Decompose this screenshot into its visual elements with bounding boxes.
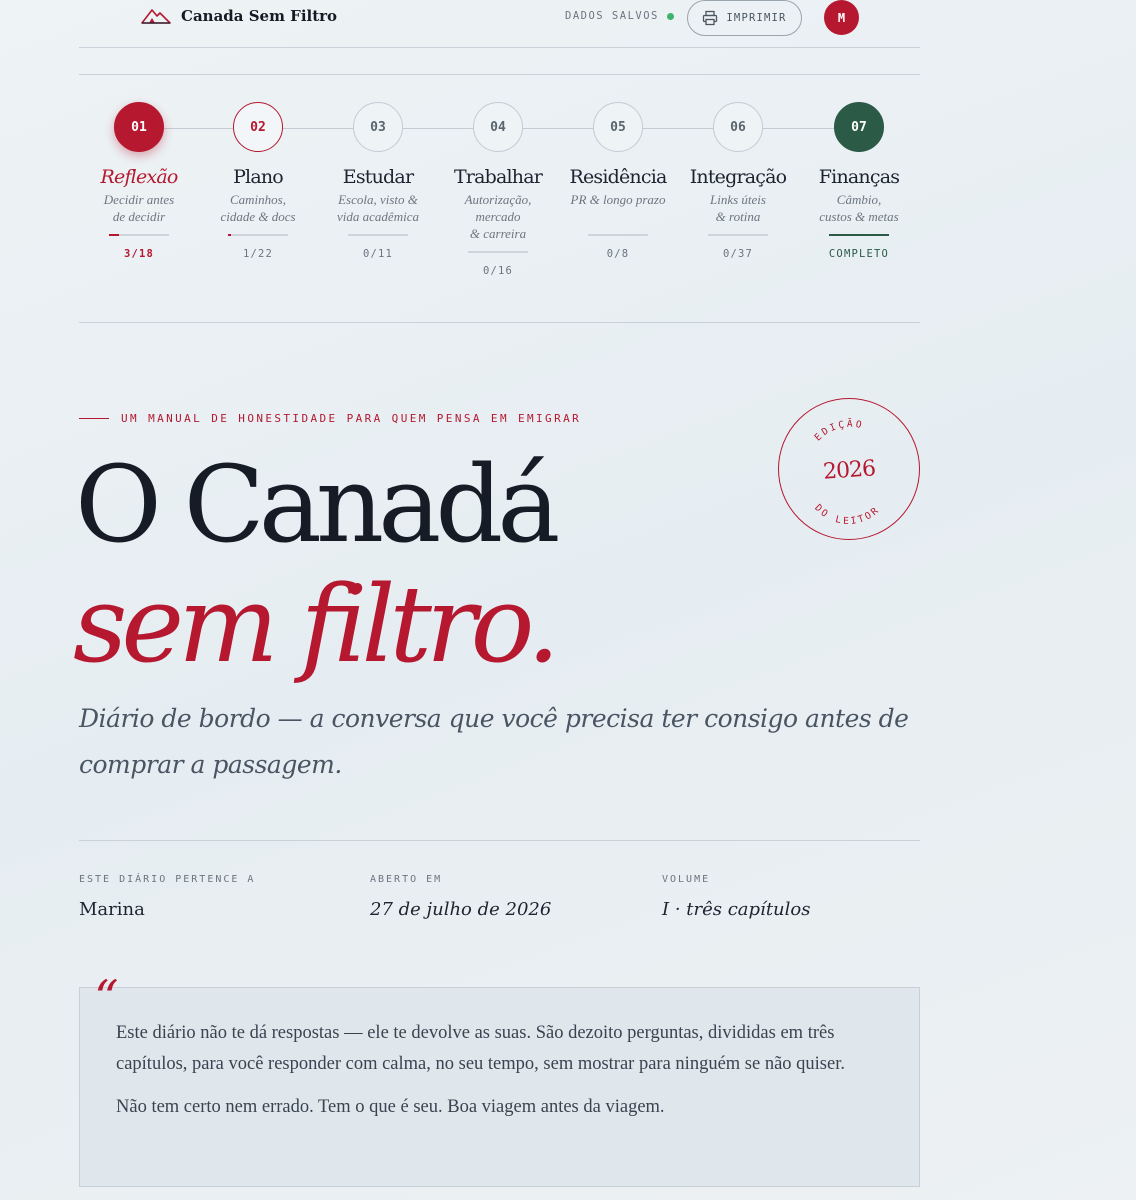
meta-opened-value: 27 de julho de 2026 (370, 899, 552, 920)
step-number: 03 (353, 102, 403, 152)
brand-name: Canada Sem Filtro (181, 7, 338, 25)
printer-icon (703, 10, 718, 26)
step-progress-bar (708, 234, 768, 236)
brand[interactable]: Canada Sem Filtro (141, 6, 337, 26)
step-description: PR & longo prazo (570, 192, 666, 207)
top-bar: Canada Sem Filtro DADOS SALVOS IMPRIMIR … (79, 0, 920, 48)
step-count: 0/8 (606, 248, 630, 260)
step-number: 07 (834, 102, 884, 152)
stamp-bottom-text: DO LEITOR (812, 502, 880, 527)
quote-paragraph-2: Não tem certo nem errado. Tem o que é se… (116, 1097, 665, 1117)
step-number: 02 (233, 102, 283, 152)
meta-volume-value: I · três capítulos (662, 899, 811, 920)
step-reflexao[interactable]: 01 Reflexão Decidir antes de decidir 3/18 (79, 102, 199, 260)
step-description: Escola, visto & vida acadêmica (337, 192, 419, 224)
step-description: Câmbio, custos & metas (819, 192, 899, 224)
step-title: Finanças (818, 166, 900, 188)
step-description: Decidir antes de decidir (103, 192, 175, 224)
intro-quote: “ Este diário não te dá respostas — ele … (79, 974, 920, 1187)
step-integracao[interactable]: 06 Integração Links úteis & rotina 0/37 (678, 102, 798, 260)
step-progress-bar (228, 234, 288, 236)
stamp-year: 2026 (822, 456, 876, 485)
step-count: COMPLETO (828, 248, 890, 260)
step-progress-bar (468, 251, 528, 253)
step-estudar[interactable]: 03 Estudar Escola, visto & vida acadêmica… (318, 102, 438, 260)
step-count: 0/16 (482, 265, 514, 277)
svg-text:DO LEITOR: DO LEITOR (812, 502, 882, 527)
step-description: Links úteis & rotina (710, 192, 766, 224)
step-title: Reflexão (100, 166, 179, 188)
step-title: Estudar (342, 166, 414, 188)
step-number: 05 (593, 102, 643, 152)
meta-volume: VOLUME I · três capítulos (662, 874, 810, 920)
step-progress-bar (109, 234, 169, 236)
step-plano[interactable]: 02 Plano Caminhos, cidade & docs 1/22 (198, 102, 318, 260)
page: Canada Sem Filtro DADOS SALVOS IMPRIMIR … (73, 0, 920, 1187)
hero-title-line2: sem filtro. (73, 563, 560, 686)
step-progress-fill (109, 234, 120, 236)
save-status-label: DADOS SALVOS (565, 10, 659, 22)
step-number: 01 (114, 102, 164, 152)
step-progress-fill (228, 234, 231, 236)
step-residencia[interactable]: 05 Residência PR & longo prazo 0/8 (558, 102, 678, 260)
saved-dot-icon (666, 12, 674, 20)
hero-eyebrow: UM MANUAL DE HONESTIDADE PARA QUEM PENSA… (79, 412, 581, 425)
stamp-top-text: EDIÇÃO (813, 419, 863, 444)
meta-opened: ABERTO EM 27 de julho de 2026 (370, 874, 551, 920)
hero-title-line1: O Canadá (75, 443, 560, 566)
step-count: 1/22 (242, 248, 274, 260)
print-button[interactable]: IMPRIMIR (687, 0, 802, 36)
edition-stamp: EDIÇÃO 2026 DO LEITOR (778, 398, 920, 540)
eyebrow-rule (79, 418, 109, 419)
step-number: 06 (713, 102, 763, 152)
meta-volume-label: VOLUME (662, 874, 711, 885)
meta-opened-label: ABERTO EM (370, 874, 443, 885)
diary-meta: ESTE DIÁRIO PERTENCE A Marina ABERTO EM … (79, 840, 920, 940)
step-description: Autorização, mercado & carreira (464, 192, 532, 241)
step-financas[interactable]: 07 Finanças Câmbio, custos & metas COMPLE… (799, 102, 919, 260)
step-number: 04 (473, 102, 523, 152)
eyebrow-text: UM MANUAL DE HONESTIDADE PARA QUEM PENSA… (121, 412, 582, 425)
meta-owner-label: ESTE DIÁRIO PERTENCE A (79, 874, 256, 885)
hero-subtitle: Diário de bordo — a conversa que você pr… (79, 704, 909, 779)
step-progress-bar (588, 234, 648, 236)
print-button-label: IMPRIMIR (726, 12, 787, 24)
quote-paragraph-1: Este diário não te dá respostas — ele te… (116, 1023, 845, 1074)
step-count: 3/18 (123, 248, 155, 260)
step-count: 0/37 (722, 248, 754, 260)
edition-stamp-graphic: EDIÇÃO 2026 DO LEITOR (812, 419, 882, 527)
quote-mark-icon: “ (94, 970, 119, 1026)
meta-owner: ESTE DIÁRIO PERTENCE A Marina (79, 874, 255, 920)
step-count: 0/11 (362, 248, 394, 260)
meta-owner-value: Marina (79, 899, 145, 920)
step-trabalhar[interactable]: 04 Trabalhar Autorização, mercado & carrei… (438, 102, 558, 277)
chapter-stepper: 01 Reflexão Decidir antes de decidir 3/18… (79, 74, 920, 323)
step-title: Plano (233, 166, 284, 188)
step-progress-fill (829, 234, 889, 236)
step-progress-bar (829, 234, 889, 236)
mountain-logo-icon (141, 9, 171, 24)
step-title: Residência (569, 166, 667, 188)
step-description: Caminhos, cidade & docs (220, 192, 296, 224)
svg-text:EDIÇÃO: EDIÇÃO (813, 419, 865, 444)
save-status: DADOS SALVOS (565, 10, 674, 22)
avatar[interactable]: M (824, 0, 859, 35)
step-title: Trabalhar (453, 166, 543, 188)
step-progress-bar (348, 234, 408, 236)
step-title: Integração (689, 166, 787, 188)
